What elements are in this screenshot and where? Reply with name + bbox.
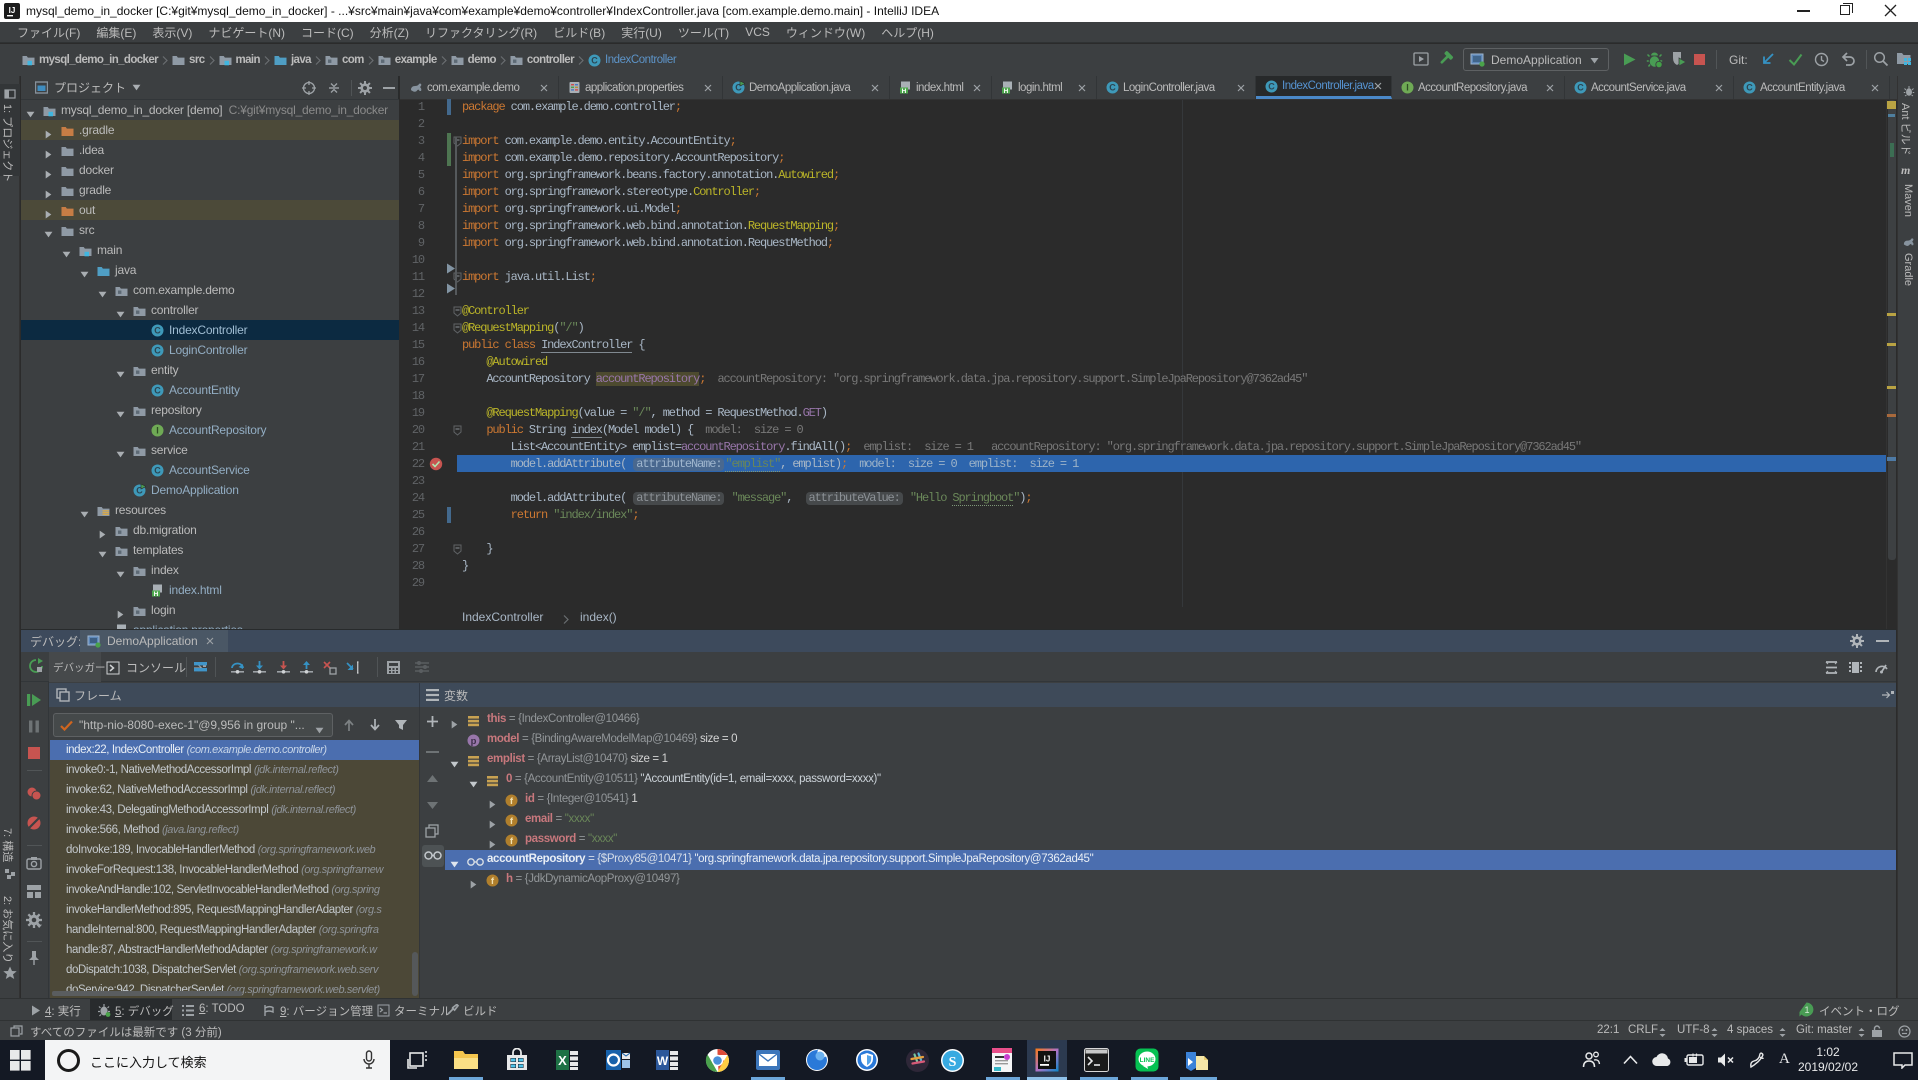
- svg-text:C: C: [591, 55, 598, 65]
- svg-text:C: C: [154, 386, 161, 396]
- svg-text:C: C: [1746, 83, 1753, 93]
- svg-text:I: I: [1406, 83, 1409, 93]
- svg-text:IJ: IJ: [9, 6, 16, 15]
- svg-text:W: W: [657, 1054, 669, 1068]
- svg-text:H: H: [154, 591, 159, 597]
- svg-text:X: X: [558, 1053, 567, 1068]
- svg-text:I: I: [156, 426, 159, 436]
- svg-text:H: H: [1004, 88, 1009, 94]
- svg-text:p: p: [471, 736, 477, 747]
- svg-text:C: C: [1109, 83, 1116, 93]
- svg-text:C: C: [1577, 83, 1584, 93]
- svg-text:C: C: [154, 326, 161, 336]
- svg-text:C: C: [154, 346, 161, 356]
- svg-text:S: S: [949, 1055, 957, 1070]
- svg-text:1: 1: [1804, 1005, 1809, 1015]
- svg-text:C: C: [1268, 81, 1275, 91]
- svg-text:IJ: IJ: [1044, 1055, 1051, 1064]
- svg-text:C: C: [154, 466, 161, 476]
- svg-text:H: H: [902, 88, 907, 94]
- svg-text:LINE: LINE: [1140, 1057, 1155, 1064]
